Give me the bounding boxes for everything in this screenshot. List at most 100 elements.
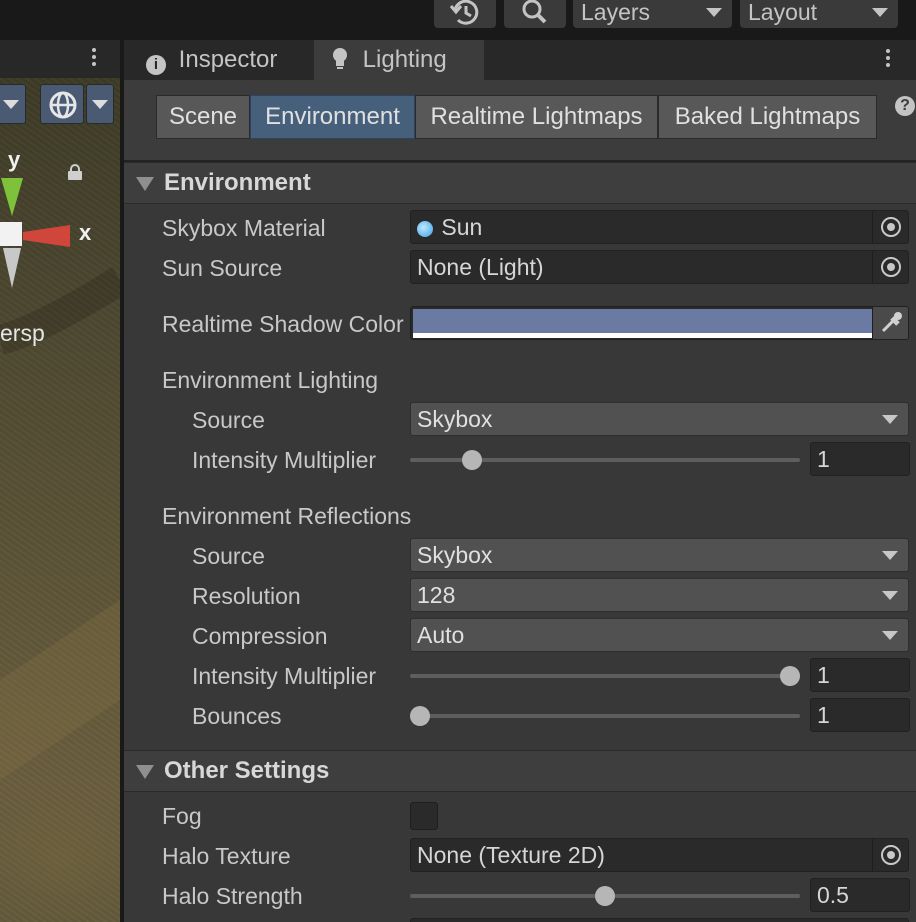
layout-label: Layout bbox=[748, 0, 818, 25]
sun-source-label: Sun Source bbox=[162, 255, 283, 281]
realtime-shadow-color-field[interactable] bbox=[410, 306, 909, 340]
lighting-panel: i Inspector Lighting ? Scene Environment… bbox=[124, 40, 916, 922]
info-icon: i bbox=[146, 55, 166, 75]
halo-texture-label: Halo Texture bbox=[162, 843, 291, 869]
foldout-triangle-icon bbox=[136, 765, 154, 779]
lighting-source-label: Source bbox=[192, 407, 265, 433]
subtab-baked-lightmaps-label: Baked Lightmaps bbox=[674, 103, 861, 130]
lighting-intensity-value: 1 bbox=[817, 446, 830, 472]
scene-menu-icon[interactable] bbox=[92, 48, 96, 69]
reflections-resolution-dropdown[interactable]: 128 bbox=[410, 578, 909, 612]
environment-lighting-label: Environment Lighting bbox=[162, 367, 379, 393]
other-settings-section-header[interactable]: Other Settings bbox=[124, 750, 916, 792]
reflections-intensity-input[interactable]: 1 bbox=[810, 658, 910, 692]
object-picker-icon[interactable] bbox=[872, 251, 908, 283]
realtime-shadow-color-label: Realtime Shadow Color bbox=[162, 311, 404, 337]
fog-checkbox[interactable] bbox=[410, 802, 438, 830]
tab-lighting-label: Lighting bbox=[362, 46, 447, 73]
reflections-compression-dropdown[interactable]: Auto bbox=[410, 618, 909, 652]
chevron-down-icon bbox=[872, 8, 888, 17]
reflections-intensity-label: Intensity Multiplier bbox=[192, 663, 377, 689]
perspective-label[interactable]: ersp bbox=[0, 320, 45, 347]
reflections-source-value: Skybox bbox=[417, 542, 493, 568]
search-button[interactable] bbox=[504, 0, 566, 28]
reflections-resolution-value: 128 bbox=[417, 582, 456, 608]
search-icon bbox=[522, 0, 547, 24]
layers-label: Layers bbox=[581, 0, 651, 25]
axis-x-label: x bbox=[79, 220, 92, 245]
lighting-intensity-label: Intensity Multiplier bbox=[192, 447, 377, 473]
reflections-intensity-value: 1 bbox=[817, 662, 830, 688]
gizmo-toggle-button[interactable] bbox=[40, 84, 84, 124]
reflections-source-label: Source bbox=[192, 543, 265, 569]
chevron-down-icon bbox=[92, 100, 108, 109]
history-button[interactable] bbox=[434, 0, 496, 28]
halo-texture-value: None (Texture 2D) bbox=[417, 842, 605, 868]
reflections-source-dropdown[interactable]: Skybox bbox=[410, 538, 909, 572]
environment-section-header[interactable]: Environment bbox=[124, 162, 916, 204]
subtab-realtime-lightmaps-label: Realtime Lightmaps bbox=[430, 103, 643, 130]
reflections-compression-value: Auto bbox=[417, 622, 465, 648]
halo-texture-field[interactable]: None (Texture 2D) bbox=[410, 838, 909, 872]
subtab-realtime-lightmaps[interactable]: Realtime Lightmaps bbox=[415, 95, 658, 139]
panel-menu-icon[interactable] bbox=[886, 49, 890, 70]
layers-dropdown[interactable]: Layers bbox=[573, 0, 732, 28]
chevron-down-icon bbox=[3, 100, 19, 109]
lightbulb-icon bbox=[333, 48, 347, 69]
halo-strength-slider-thumb[interactable] bbox=[595, 886, 615, 906]
chevron-down-icon bbox=[882, 551, 898, 560]
lighting-intensity-input[interactable]: 1 bbox=[810, 442, 910, 476]
bounces-slider-thumb[interactable] bbox=[410, 706, 430, 726]
scene-view[interactable]: y x ersp bbox=[0, 40, 120, 922]
lighting-source-value: Skybox bbox=[417, 406, 493, 432]
foldout-triangle-icon bbox=[136, 177, 154, 191]
reflections-compression-label: Compression bbox=[192, 623, 328, 649]
chevron-down-icon bbox=[882, 415, 898, 424]
tab-inspector[interactable]: i Inspector bbox=[130, 40, 312, 80]
halo-strength-label: Halo Strength bbox=[162, 883, 303, 909]
environment-header-label: Environment bbox=[164, 169, 311, 196]
object-picker-icon[interactable] bbox=[872, 839, 908, 871]
eyedropper-icon[interactable] bbox=[872, 307, 908, 339]
layout-dropdown[interactable]: Layout bbox=[740, 0, 898, 28]
chevron-down-icon bbox=[882, 591, 898, 600]
subtab-scene[interactable]: Scene bbox=[156, 95, 250, 139]
history-icon bbox=[449, 0, 479, 25]
gizmo-dropdown-button[interactable] bbox=[86, 84, 114, 124]
object-picker-icon[interactable] bbox=[872, 211, 908, 243]
reflections-resolution-label: Resolution bbox=[192, 583, 301, 609]
bounces-input[interactable]: 1 bbox=[810, 698, 910, 732]
subtab-baked-lightmaps[interactable]: Baked Lightmaps bbox=[658, 95, 877, 139]
lighting-intensity-slider-thumb[interactable] bbox=[461, 450, 482, 470]
chevron-down-icon bbox=[706, 8, 722, 17]
bounces-slider[interactable] bbox=[410, 714, 800, 718]
help-icon[interactable]: ? bbox=[895, 96, 915, 116]
subtab-environment[interactable]: Environment bbox=[250, 95, 415, 139]
halo-strength-input[interactable]: 0.5 bbox=[810, 878, 910, 912]
alpha-bar bbox=[413, 333, 872, 338]
environment-reflections-label: Environment Reflections bbox=[162, 503, 412, 529]
reflections-intensity-slider-thumb[interactable] bbox=[780, 666, 800, 686]
material-icon bbox=[417, 221, 433, 237]
tab-inspector-label: Inspector bbox=[178, 46, 278, 73]
skybox-material-field[interactable]: Sun bbox=[410, 210, 909, 244]
scene-dropdown-button[interactable] bbox=[0, 84, 26, 124]
sun-source-value: None (Light) bbox=[417, 254, 544, 280]
scene-header-bar bbox=[0, 40, 120, 78]
bounces-value: 1 bbox=[817, 702, 830, 728]
top-toolbar: Layers Layout bbox=[0, 0, 916, 40]
skybox-material-label: Skybox Material bbox=[162, 215, 326, 241]
skybox-material-value: Sun bbox=[441, 214, 483, 240]
reflections-intensity-slider[interactable] bbox=[410, 674, 800, 678]
sun-source-field[interactable]: None (Light) bbox=[410, 250, 909, 284]
color-swatch bbox=[413, 309, 872, 333]
gizmo-globe-icon bbox=[49, 91, 77, 119]
bounces-label: Bounces bbox=[192, 703, 282, 729]
lighting-source-dropdown[interactable]: Skybox bbox=[410, 402, 909, 436]
fog-label: Fog bbox=[162, 803, 202, 829]
axis-y-label: y bbox=[8, 147, 21, 172]
halo-strength-value: 0.5 bbox=[817, 882, 849, 908]
chevron-down-icon bbox=[882, 631, 898, 640]
tab-lighting[interactable]: Lighting bbox=[314, 40, 484, 80]
shadow-color-label-clip: Realtime Shadow Color bbox=[162, 309, 408, 341]
